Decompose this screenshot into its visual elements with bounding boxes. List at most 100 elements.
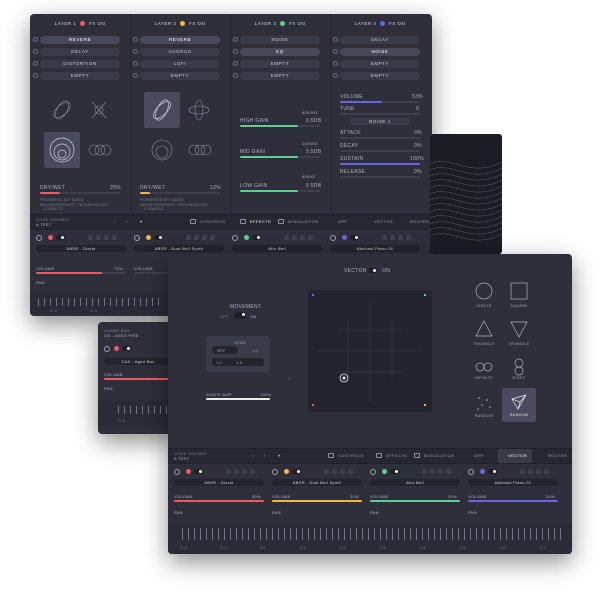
channel-knob[interactable] xyxy=(468,469,474,475)
key[interactable] xyxy=(38,298,39,306)
edit-button[interactable] xyxy=(398,235,403,240)
key[interactable] xyxy=(124,406,125,414)
key[interactable] xyxy=(142,406,143,414)
key[interactable] xyxy=(386,528,387,540)
sustain-fill[interactable] xyxy=(340,163,420,165)
fx-toggle-label[interactable]: FX ON xyxy=(89,21,105,26)
fx-slot-4[interactable]: EMPTY xyxy=(233,72,320,80)
key[interactable] xyxy=(416,528,417,540)
channel-knob[interactable] xyxy=(232,235,238,241)
channel-power-toggle[interactable] xyxy=(488,469,497,474)
power-icon[interactable] xyxy=(33,61,38,66)
mute-button[interactable] xyxy=(382,235,387,240)
key[interactable] xyxy=(272,528,273,540)
key[interactable] xyxy=(86,298,87,306)
power-icon[interactable] xyxy=(333,61,338,66)
power-icon[interactable] xyxy=(233,37,238,42)
key[interactable] xyxy=(260,528,261,540)
key[interactable] xyxy=(128,298,129,306)
mute-button[interactable] xyxy=(324,469,329,474)
key[interactable] xyxy=(464,528,465,540)
key[interactable] xyxy=(154,406,155,414)
channel-power-toggle[interactable] xyxy=(56,235,65,240)
volume-fill[interactable] xyxy=(468,500,558,502)
power-icon[interactable] xyxy=(133,73,138,78)
edit-button[interactable] xyxy=(104,235,109,240)
effects-icon[interactable] xyxy=(376,453,382,458)
fx-slot-1[interactable]: REVERB xyxy=(133,36,220,44)
key[interactable] xyxy=(542,528,543,540)
solo-button[interactable] xyxy=(194,235,199,240)
tab-arp[interactable]: ARP xyxy=(338,219,347,224)
sync-on-label[interactable]: ON xyxy=(252,348,259,353)
solo-button[interactable] xyxy=(234,469,239,474)
key[interactable] xyxy=(392,528,393,540)
fx-slot-3[interactable]: DISTORTION xyxy=(33,60,120,68)
fx-slot-1[interactable]: NOISE xyxy=(233,36,320,44)
volume-fill[interactable] xyxy=(174,500,264,502)
key[interactable] xyxy=(506,528,507,540)
key[interactable] xyxy=(254,528,255,540)
menu-button[interactable] xyxy=(544,469,549,474)
menu-button[interactable] xyxy=(348,469,353,474)
key[interactable] xyxy=(278,528,279,540)
preset-name[interactable]: CB - Aged Fire xyxy=(104,333,139,338)
volume-fill[interactable] xyxy=(104,378,172,380)
power-icon[interactable] xyxy=(333,73,338,78)
fx-slot-3[interactable]: EMPTY xyxy=(333,60,420,68)
key[interactable] xyxy=(308,528,309,540)
key[interactable] xyxy=(428,528,429,540)
key[interactable] xyxy=(470,528,471,540)
fx-slot-2[interactable]: NOISE xyxy=(333,48,420,56)
key[interactable] xyxy=(518,528,519,540)
mute-button[interactable] xyxy=(88,235,93,240)
fx-slot-2[interactable]: EQ xyxy=(233,48,320,56)
tab-controls[interactable]: CONTROLS xyxy=(338,453,363,458)
effects-icon[interactable] xyxy=(240,219,246,224)
menu-button[interactable] xyxy=(112,235,117,240)
key[interactable] xyxy=(118,406,119,414)
key[interactable] xyxy=(242,528,243,540)
noise-tune-track[interactable] xyxy=(340,113,420,115)
key[interactable] xyxy=(494,528,495,540)
key[interactable] xyxy=(500,528,501,540)
volume-fill[interactable] xyxy=(370,500,460,502)
tab-vector[interactable]: VECTOR xyxy=(508,453,527,458)
volume-fill[interactable] xyxy=(272,500,362,502)
dry-wet-track[interactable] xyxy=(140,192,220,194)
favorite-icon[interactable]: ♥ xyxy=(278,453,281,458)
rate-input[interactable]: Hz 1.0 xyxy=(212,358,264,366)
tab-effects[interactable]: EFFECTS xyxy=(250,219,271,224)
key[interactable] xyxy=(194,528,195,540)
key[interactable] xyxy=(148,406,149,414)
attack-track[interactable] xyxy=(340,137,420,139)
key[interactable] xyxy=(404,528,405,540)
shape-triangle-up[interactable] xyxy=(473,318,495,340)
key[interactable] xyxy=(122,298,123,306)
key[interactable] xyxy=(362,528,363,540)
key[interactable] xyxy=(62,298,63,306)
key[interactable] xyxy=(44,298,45,306)
release-track[interactable] xyxy=(340,176,420,178)
edit-button[interactable] xyxy=(536,469,541,474)
channel-preset-name[interactable]: Afro Bell xyxy=(370,479,460,486)
key[interactable] xyxy=(104,298,105,306)
power-icon[interactable] xyxy=(233,49,238,54)
sync-off-button[interactable]: OFF xyxy=(212,346,238,354)
key[interactable] xyxy=(536,528,537,540)
power-icon[interactable] xyxy=(33,37,38,42)
fx-toggle-label[interactable]: FX ON xyxy=(189,21,205,26)
key[interactable] xyxy=(296,528,297,540)
key[interactable] xyxy=(166,406,167,414)
channel-knob[interactable] xyxy=(104,346,110,352)
solo-button[interactable] xyxy=(332,469,337,474)
fx-toggle-label[interactable]: FX ON xyxy=(289,21,305,26)
key[interactable] xyxy=(560,528,561,540)
mute-button[interactable] xyxy=(284,235,289,240)
key[interactable] xyxy=(290,528,291,540)
shape-random-selected[interactable]: RANDOM xyxy=(502,388,536,422)
key[interactable] xyxy=(110,298,111,306)
menu-button[interactable] xyxy=(446,469,451,474)
favorite-icon[interactable]: ♥ xyxy=(140,219,143,224)
tab-router[interactable]: ROUTER xyxy=(548,453,567,458)
